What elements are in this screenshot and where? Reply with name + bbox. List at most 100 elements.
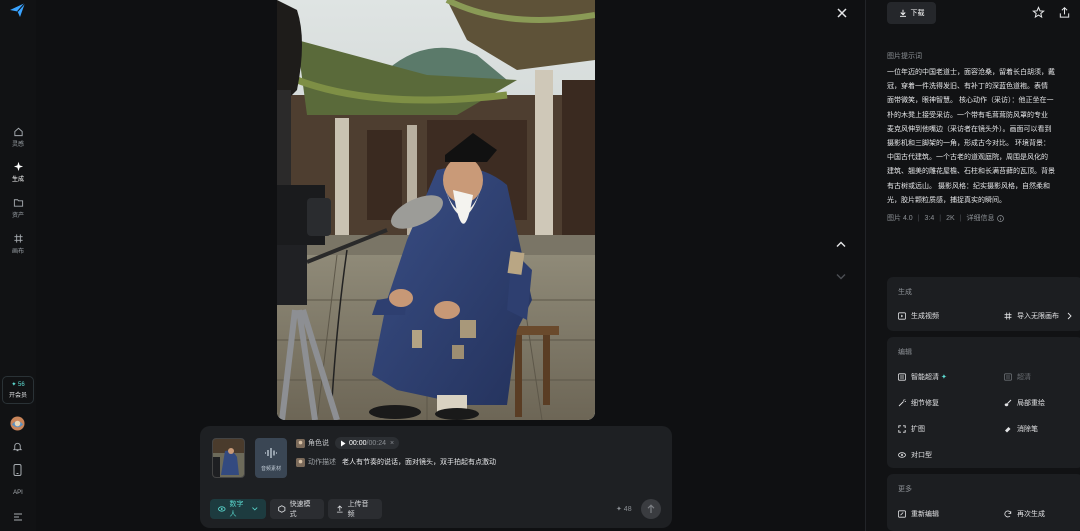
audio-file-card[interactable]: 音频素材 (255, 438, 287, 478)
edit-section: 编辑 智能超清 ✦ 超清 细节修复 局部重绘 扩图 消除笔 对口型 (887, 337, 1080, 468)
upload-icon (336, 505, 343, 513)
eliminate-brush-label: 消除笔 (1017, 426, 1038, 433)
prompt-line: 面带微笑，眼神智慧。 核心动作（采访）：他正坐在一 (887, 97, 1054, 105)
eye-icon (218, 506, 226, 512)
cube-icon (278, 505, 286, 513)
hd-button[interactable]: 超清 (1004, 372, 1031, 382)
rail-item-label: 生成 (11, 177, 24, 183)
close-icon[interactable] (835, 6, 849, 20)
chevron-right-icon (1067, 312, 1072, 320)
digital-human-button[interactable]: 数字人 (210, 499, 266, 519)
role-speech-row: 角色说 00:00 /00:24 × (296, 437, 400, 449)
role-avatar-icon (296, 457, 305, 467)
audio-current-time: 00:00 (349, 439, 367, 447)
sparkle-icon (13, 161, 23, 172)
audio-wave-icon (265, 448, 277, 458)
member-button[interactable]: ✦ 56 开会员 (2, 376, 34, 404)
member-label: 开会员 (8, 393, 27, 399)
generate-section: 生成 生成视频 导入无限画布 (887, 277, 1080, 331)
regenerate-label: 再次生成 (1017, 511, 1045, 518)
avatar[interactable] (10, 416, 25, 431)
prompt-text[interactable]: 一位年迈的中国老道士，面容沧桑，留着长白胡须，戴 冠，穿着一件洗得发旧、有补丁的… (887, 66, 1080, 208)
more-section: 更多 重新编辑 再次生成 (887, 474, 1080, 531)
expand-label: 扩图 (911, 426, 925, 433)
rail-item-inspiration[interactable]: 灵感 (0, 126, 36, 148)
lip-sync-button[interactable]: 对口型 (898, 450, 932, 460)
rail-item-canvas[interactable]: 画布 (0, 233, 36, 255)
menu-icon[interactable] (13, 513, 23, 521)
audio-card-label: 音频素材 (260, 466, 281, 472)
magic-wand-icon (898, 399, 906, 407)
canvas-grid-icon (1004, 312, 1012, 320)
more-section-title: 更多 (898, 486, 912, 493)
folder-icon (13, 199, 23, 207)
smart-hd-button[interactable]: 智能超清 ✦ (898, 372, 947, 382)
chevron-down-icon[interactable] (835, 273, 847, 281)
edit-icon (898, 510, 906, 518)
download-button[interactable]: 下载 (887, 2, 936, 24)
api-link[interactable]: API (0, 490, 36, 496)
prompt-line: 光，胶片颗粒质感，捕捉真实的瞬间。 (887, 196, 1006, 204)
play-icon[interactable] (340, 440, 346, 447)
prompt-title: 图片提示词 (887, 53, 922, 60)
star-icon[interactable] (1032, 6, 1045, 19)
audio-total-time: /00:24 (366, 439, 386, 447)
model-version: 图片 4.0 (887, 215, 913, 222)
re-edit-label: 重新编辑 (911, 511, 939, 518)
re-edit-button[interactable]: 重新编辑 (898, 509, 939, 519)
prompt-line: 有古树或远山。 摄影风格：纪实摄影风格，自然柔和 (887, 182, 1050, 190)
expand-button[interactable]: 扩图 (898, 424, 925, 434)
role-avatar-icon (296, 438, 305, 448)
generate-section-title: 生成 (898, 289, 912, 296)
regenerate-button[interactable]: 再次生成 (1004, 509, 1045, 519)
left-rail: 灵感 生成 资产 画布 ✦ 56 开会员 API (0, 0, 36, 531)
bell-icon[interactable] (12, 441, 23, 452)
credit-cost: ✦ 48 (616, 506, 632, 513)
hd-icon (1004, 373, 1012, 381)
generated-image[interactable] (277, 0, 595, 420)
fast-mode-label: 快速模式 (289, 501, 311, 518)
rail-item-label: 画布 (11, 249, 24, 255)
refresh-icon (1004, 510, 1012, 518)
app-logo-icon[interactable] (9, 2, 27, 18)
upload-audio-button[interactable]: 上传音频 (328, 499, 382, 519)
chevron-down-icon (252, 507, 258, 511)
brush-icon (1004, 399, 1012, 407)
upload-audio-label: 上传音频 (347, 501, 369, 518)
details-link[interactable]: 详细信息 (966, 213, 994, 223)
fast-mode-button[interactable]: 快速模式 (270, 499, 324, 519)
audio-player[interactable]: 00:00 /00:24 × (335, 437, 400, 449)
aspect-ratio: 3:4 (924, 214, 935, 222)
role-label: 角色说 (308, 440, 329, 447)
action-description-row: 动作描述 老人有节奏的说话，面对镜头，双手拍起有点激动 (296, 457, 496, 467)
prompt-line: 朴的木凳上接受采访。一个带有毛茸茸防风罩的专业 (887, 111, 1048, 119)
prompt-line: 中国古代建筑。一个古老的道观庭院，周围是风化的 (887, 154, 1048, 162)
detail-fix-button[interactable]: 细节修复 (898, 398, 939, 408)
rail-item-generate[interactable]: 生成 (0, 161, 36, 183)
info-icon[interactable] (997, 214, 1005, 222)
import-canvas-label: 导入无限画布 (1017, 313, 1059, 320)
send-button[interactable] (641, 499, 661, 519)
reference-image-thumbnail[interactable] (212, 438, 245, 478)
import-canvas-button[interactable]: 导入无限画布 (1004, 311, 1072, 321)
share-icon[interactable] (1058, 6, 1071, 19)
arrow-up-icon (647, 504, 655, 513)
home-icon (13, 127, 23, 137)
chevron-up-icon[interactable] (835, 240, 847, 248)
prompt-line: 摄影机和三脚架的一角，形成古今对比。 环境背景： (887, 140, 1050, 148)
hd-icon (898, 373, 906, 381)
remove-audio-icon[interactable]: × (390, 440, 394, 447)
phone-icon[interactable] (13, 464, 22, 476)
digital-human-label: 数字人 (229, 501, 244, 518)
generate-video-button[interactable]: 生成视频 (898, 311, 939, 321)
resolution: 2K (946, 214, 955, 222)
prompt-line: 一位年迈的中国老道士，面容沧桑，留着长白胡须，戴 (887, 69, 1055, 76)
action-text-input[interactable]: 老人有节奏的说话，面对镜头，双手拍起有点激动 (342, 457, 496, 467)
video-icon (898, 312, 906, 320)
rail-item-label: 灵感 (11, 142, 24, 148)
smart-hd-label: 智能超清 (911, 374, 939, 381)
rail-item-assets[interactable]: 资产 (0, 197, 36, 219)
eliminate-brush-button[interactable]: 消除笔 (1004, 424, 1038, 434)
local-redraw-button[interactable]: 局部重绘 (1004, 398, 1045, 408)
action-tag: 动作描述 (308, 459, 336, 466)
